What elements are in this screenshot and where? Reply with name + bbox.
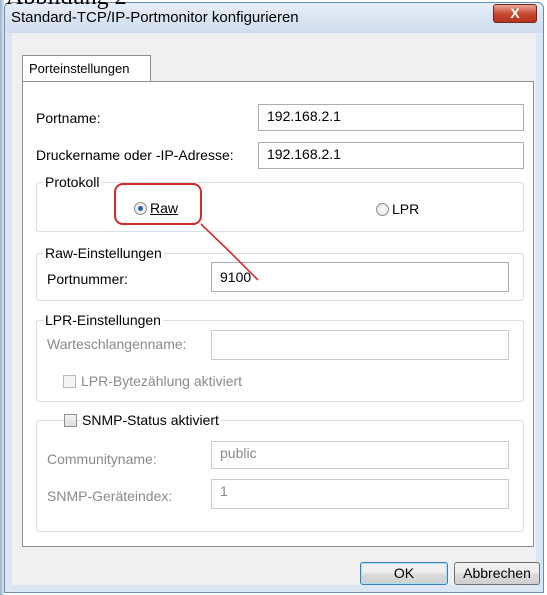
annotation-highlight-box	[114, 183, 202, 225]
annotation-arrow-line	[200, 223, 259, 281]
annotation-overlay	[114, 183, 259, 281]
